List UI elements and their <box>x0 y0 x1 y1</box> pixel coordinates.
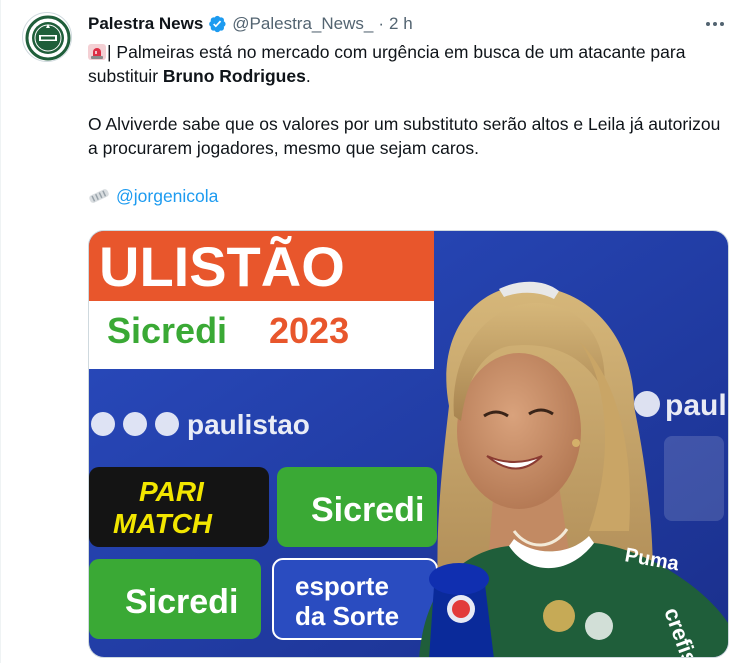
sponsor-match-text: MATCH <box>113 508 213 539</box>
tweet-paragraph-3: @jorgenicola <box>88 184 728 208</box>
sponsor-esporte-text: esporte <box>295 571 389 601</box>
user-handle[interactable]: @Palestra_News_ <box>232 14 373 34</box>
face <box>457 353 581 509</box>
rotating-light-emoji <box>88 44 106 60</box>
more-options-icon[interactable] <box>705 14 725 34</box>
tweet-media-photo[interactable]: ULISTÃO Sicredi 2023 paulistao pauli PAR… <box>88 230 729 658</box>
palestra-news-logo <box>25 15 71 61</box>
timeline-border <box>0 0 1 663</box>
social-handle-right-text: pauli <box>665 389 729 422</box>
display-name[interactable]: Palestra News <box>88 14 203 34</box>
sponsor-right-tile <box>664 436 724 521</box>
player-name: Bruno Rodrigues <box>162 66 306 86</box>
sponsor-sorte-text: da Sorte <box>295 601 399 631</box>
tweet-text-period: . <box>305 66 311 86</box>
separator-dot: · <box>378 14 385 33</box>
sponsor-sicredi-text-1: Sicredi <box>311 491 424 529</box>
tweet-paragraph-1: | Palmeiras está no mercado com urgência… <box>88 40 728 88</box>
verified-badge-icon <box>209 15 226 33</box>
tweet-card[interactable]: Palestra News @Palestra_News_ · 2 h | Pa… <box>0 0 743 663</box>
avatar[interactable] <box>22 12 72 62</box>
tweet-header: Palestra News @Palestra_News_ · 2 h <box>88 12 413 36</box>
mention-link[interactable]: @jorgenicola <box>116 186 218 206</box>
rolled-newspaper-emoji <box>89 189 109 203</box>
timestamp[interactable]: 2 h <box>389 14 413 34</box>
board-top-text: ULISTÃO <box>99 235 345 298</box>
photo-press-conference: ULISTÃO Sicredi 2023 paulistao pauli PAR… <box>89 231 729 657</box>
social-handle-text: paulistao <box>187 409 310 440</box>
tweet-paragraph-2: O Alviverde sabe que os valores por um s… <box>88 114 721 158</box>
tweet-text: | Palmeiras está no mercado com urgência… <box>88 40 728 208</box>
board-year-text: 2023 <box>269 310 349 351</box>
sponsor-pari-text: PARI <box>139 476 205 507</box>
board-sicredi-text: Sicredi <box>107 310 227 351</box>
sponsor-sicredi-text-2: Sicredi <box>125 583 238 621</box>
